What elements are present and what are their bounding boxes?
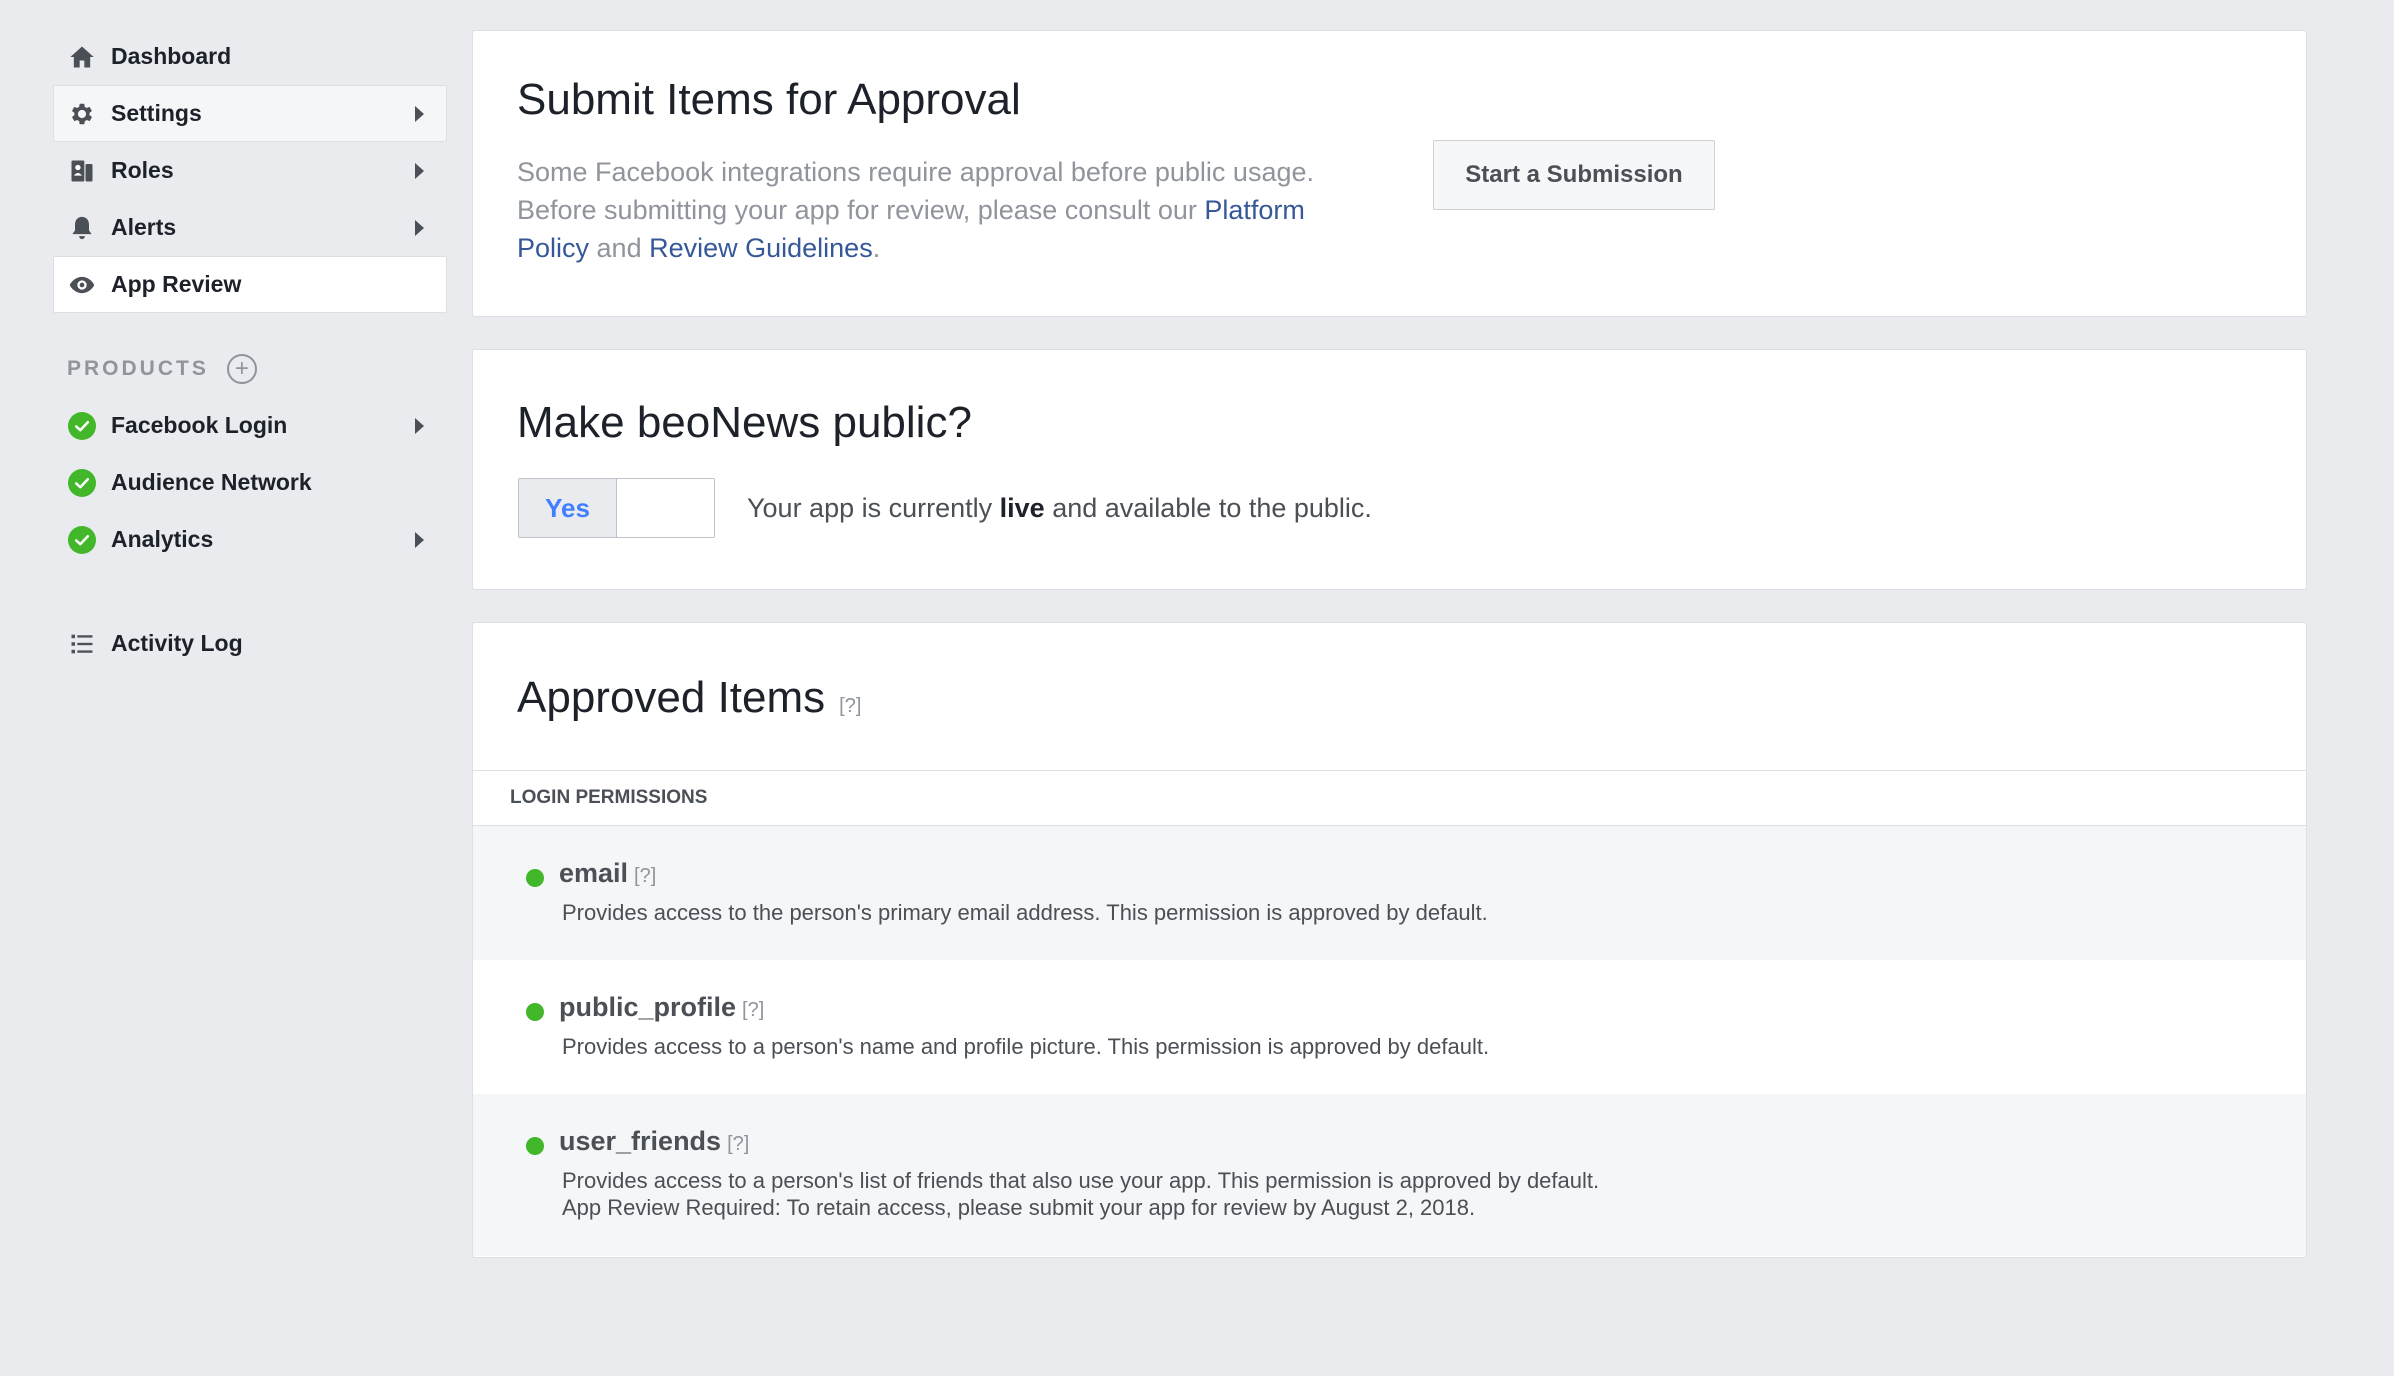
house-icon (67, 42, 97, 72)
make-public-title: Make beoNews public? (517, 398, 972, 447)
permission-description: Provides access to a person's name and p… (562, 1034, 1490, 1059)
approved-status-dot-icon (526, 1003, 544, 1021)
sidebar-item-label: Settings (111, 100, 202, 126)
help-link[interactable]: [?] (634, 865, 656, 888)
products-label: PRODUCTS (67, 356, 209, 380)
caret-right-icon (415, 531, 424, 548)
approved-status-dot-icon (526, 1137, 544, 1155)
approved-items-header: Approved Items [?] (517, 673, 861, 723)
sidebar-item-label: Dashboard (111, 43, 232, 69)
caret-right-icon (415, 219, 424, 236)
add-product-icon[interactable]: + (226, 353, 257, 384)
permission-row-user-friends: user_friends [?] Provides access to a pe… (473, 1094, 2306, 1256)
sidebar-item-label: Analytics (111, 526, 214, 552)
public-toggle[interactable]: Yes (518, 478, 715, 538)
sidebar: Dashboard Settings Roles Alerts App Revi… (53, 28, 447, 672)
sidebar-item-label: Roles (111, 157, 174, 183)
permission-list: email [?] Provides access to the person'… (473, 826, 2306, 1256)
permission-name: public_profile (559, 992, 737, 1022)
submit-items-card: Submit Items for Approval Some Facebook … (472, 30, 2307, 317)
toggle-yes-option[interactable]: Yes (519, 479, 617, 537)
review-guidelines-link[interactable]: Review Guidelines (649, 233, 873, 263)
approved-items-title: Approved Items (517, 673, 826, 722)
caret-right-icon (415, 105, 424, 122)
products-header: PRODUCTS + (53, 340, 447, 397)
app-review-required-notice: App Review Required: To retain access, p… (562, 1195, 1476, 1220)
sidebar-item-label: Activity Log (111, 630, 243, 656)
roles-icon (67, 156, 97, 186)
permission-description: Provides access to the person's primary … (562, 900, 1488, 925)
eye-icon (67, 270, 97, 300)
sidebar-item-label: Alerts (111, 214, 177, 240)
sidebar-item-label: Audience Network (111, 469, 312, 495)
permission-description: Provides access to a person's list of fr… (562, 1168, 1600, 1220)
gear-icon (67, 99, 97, 129)
toggle-no-option[interactable] (617, 479, 714, 537)
permission-row-email: email [?] Provides access to the person'… (473, 826, 2306, 960)
help-link[interactable]: [?] (742, 999, 764, 1022)
caret-right-icon (415, 417, 424, 434)
check-circle-icon (68, 411, 96, 440)
bell-icon (67, 213, 97, 243)
sidebar-item-activity-log[interactable]: Activity Log (53, 615, 447, 672)
check-circle-icon (68, 525, 96, 554)
make-public-card: Make beoNews public? Yes Your app is cur… (472, 349, 2307, 590)
sidebar-item-dashboard[interactable]: Dashboard (53, 28, 447, 85)
help-link[interactable]: [?] (727, 1133, 749, 1156)
permission-name: user_friends (559, 1126, 722, 1156)
submit-description: Some Facebook integrations require appro… (517, 157, 1314, 263)
sidebar-item-roles[interactable]: Roles (53, 142, 447, 199)
sidebar-item-facebook-login[interactable]: Facebook Login (53, 397, 447, 454)
sidebar-item-app-review[interactable]: App Review (53, 256, 447, 313)
help-link[interactable]: [?] (839, 695, 861, 718)
approved-status-dot-icon (526, 869, 544, 887)
check-circle-icon (68, 468, 96, 497)
start-submission-button[interactable]: Start a Submission (1433, 140, 1715, 210)
caret-right-icon (415, 162, 424, 179)
list-icon (67, 629, 97, 659)
permission-row-public-profile: public_profile [?] Provides access to a … (473, 960, 2306, 1094)
sidebar-item-alerts[interactable]: Alerts (53, 199, 447, 256)
submit-title: Submit Items for Approval (517, 75, 1021, 124)
public-status-text: Your app is currently live and available… (747, 493, 1372, 523)
sidebar-item-audience-network[interactable]: Audience Network (53, 454, 447, 511)
sidebar-item-label: Facebook Login (111, 412, 288, 438)
sidebar-item-settings[interactable]: Settings (53, 85, 447, 142)
sidebar-item-analytics[interactable]: Analytics (53, 511, 447, 568)
login-permissions-header: LOGIN PERMISSIONS (473, 770, 2306, 826)
permission-name: email (559, 858, 629, 888)
approved-items-card: Approved Items [?] LOGIN PERMISSIONS ema… (472, 622, 2307, 1258)
sidebar-item-label: App Review (111, 271, 242, 297)
